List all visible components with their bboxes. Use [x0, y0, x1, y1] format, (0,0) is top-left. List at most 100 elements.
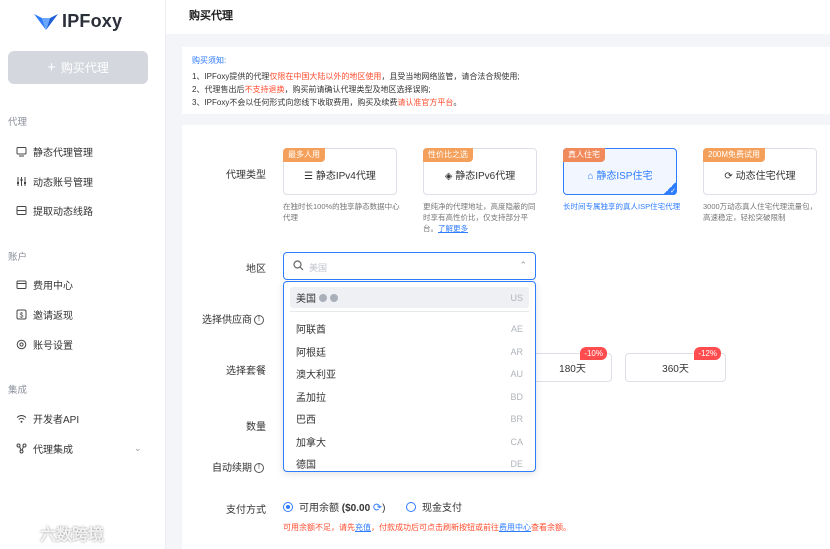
- notice-title: 购买须知:: [192, 56, 227, 65]
- region-option-name: 巴西: [296, 415, 316, 426]
- package-360-days[interactable]: 360天 -12%: [625, 347, 726, 382]
- region-option-code: US: [510, 292, 523, 303]
- proxy-type-tag: 真人住宅: [563, 148, 605, 162]
- payment-cash-label: 现金支付: [422, 503, 462, 514]
- payment-note-text: 查看余额。: [531, 523, 571, 532]
- network-icon: [16, 443, 27, 454]
- proxy-type-static-ipv4[interactable]: 最多人用 ☰ 静态IPv4代理: [283, 148, 397, 195]
- radio-dot: [283, 501, 293, 512]
- sidebar-item-label: 静态代理管理: [33, 148, 93, 159]
- top-bar: 购买代理: [166, 0, 830, 34]
- monitor-icon: [16, 146, 27, 157]
- notice-highlight: 请认准官方平台: [397, 98, 454, 107]
- sidebar-item-label: 账号设置: [33, 341, 73, 352]
- logo[interactable]: IPFoxy: [34, 11, 122, 32]
- sidebar-item-label: 动态账号管理: [33, 178, 93, 189]
- billing-center-link[interactable]: 费用中心: [499, 523, 531, 532]
- package-label-text: 180天: [559, 364, 586, 375]
- region-option-ca[interactable]: 加拿大 CA: [290, 431, 529, 452]
- proxy-type-name: 静态IPv6代理: [455, 171, 516, 182]
- balance-amount: ($0.00: [341, 503, 371, 514]
- region-dropdown: 美国 US 阿联酋 AE 阿根廷 AR 澳大利亚 AU 孟加拉 BD 巴西 BR 加拿大 C…: [283, 281, 536, 472]
- proxy-type-dynamic-residential[interactable]: 200M免费试用 ⟳ 动态住宅代理: [703, 148, 817, 195]
- region-option-code: CA: [510, 436, 523, 447]
- sidebar-item-billing[interactable]: 费用中心: [16, 277, 73, 292]
- region-option-ae[interactable]: 阿联酋 AE: [290, 318, 529, 339]
- chevron-down-icon[interactable]: ⌄: [134, 443, 142, 454]
- region-option-code: AR: [510, 346, 523, 357]
- sidebar-item-account-settings[interactable]: 账号设置: [16, 337, 73, 352]
- dollar-card-icon: $: [16, 309, 27, 320]
- notice-text: ，且受当地网络监管，请合法合规使用;: [381, 72, 520, 81]
- list-icon: [16, 205, 27, 216]
- proxy-type-static-isp[interactable]: 真人住宅 ⌂ 静态ISP住宅 ✓: [563, 148, 677, 195]
- svg-text:$: $: [20, 312, 24, 319]
- purchase-notice: 购买须知: 1、IPFoxy提供的代理仅限在中国大陆以外的地区使用，且受当地网络…: [182, 47, 830, 114]
- proxy-type-title: ⟳ 动态住宅代理: [704, 167, 816, 182]
- recharge-link[interactable]: 充值: [355, 523, 371, 532]
- region-option-au[interactable]: 澳大利亚 AU: [290, 363, 529, 384]
- sidebar: IPFoxy + 购买代理 代理 静态代理管理 动态账号管理 提取动态线路 账户…: [0, 0, 166, 549]
- region-option-bd[interactable]: 孟加拉 BD: [290, 386, 529, 407]
- sidebar-item-extract-lines[interactable]: 提取动态线路: [16, 203, 93, 218]
- server-icon: ☰: [304, 171, 314, 182]
- notice-text: 2、代理售出后: [192, 85, 245, 94]
- region-option-us[interactable]: 美国 US: [290, 287, 529, 308]
- proxy-type-desc: 更纯净的代理地址，高度隐蔽的同时享有高性价比，仅支持部分平台。了解更多: [423, 201, 541, 234]
- region-option-ar[interactable]: 阿根廷 AR: [290, 341, 529, 362]
- section-title-integration: 集成: [8, 385, 28, 396]
- proxy-type-static-ipv6[interactable]: 性价比之选 ◈ 静态IPv6代理: [423, 148, 537, 195]
- sliders-icon: [16, 176, 27, 187]
- region-select[interactable]: 美国 ⌃: [283, 252, 536, 280]
- sidebar-item-static-proxy[interactable]: 静态代理管理: [16, 144, 93, 159]
- refresh-icon[interactable]: ⟳: [373, 502, 382, 514]
- search-icon: [293, 260, 304, 274]
- proxy-type-tag: 性价比之选: [423, 148, 473, 162]
- notice-line-3: 3、IPFoxy不会以任何形式向您线下收取费用，购买及续费请认准官方平台。: [192, 97, 461, 108]
- sidebar-item-label: 邀请返现: [33, 311, 73, 322]
- radio-dot: [406, 501, 416, 512]
- settings-icon: [16, 339, 27, 350]
- buy-proxy-button[interactable]: + 购买代理: [8, 51, 148, 84]
- proxy-type-desc: 3000万动态真人住宅代理流量包，高速稳定，轻松突破限制: [703, 202, 818, 222]
- region-option-de[interactable]: 德国 DE: [290, 453, 529, 474]
- discount-badge: -12%: [694, 347, 721, 360]
- payment-balance-close: ): [382, 503, 386, 514]
- notice-highlight: 不支持退换: [244, 85, 285, 94]
- region-option-name: 美国: [296, 294, 316, 305]
- watermark: 六数跨境: [10, 521, 104, 545]
- notice-text: 。: [453, 98, 462, 107]
- sidebar-item-developer-api[interactable]: 开发者API: [16, 411, 79, 426]
- help-icon[interactable]: !: [254, 463, 264, 474]
- proxy-type-desc: 长时间专属独享的真人ISP住宅代理: [563, 202, 681, 211]
- chevron-up-icon[interactable]: ⌃: [519, 260, 527, 271]
- plus-icon: +: [47, 59, 56, 76]
- region-option-code: AE: [510, 323, 523, 334]
- sidebar-item-label: 提取动态线路: [33, 207, 93, 218]
- proxy-type-tag: 最多人用: [283, 148, 325, 162]
- region-placeholder: 美国: [309, 263, 328, 273]
- sidebar-item-invite[interactable]: $ 邀请返现: [16, 307, 73, 322]
- region-option-code: BD: [510, 391, 523, 402]
- region-option-br[interactable]: 巴西 BR: [290, 408, 529, 429]
- app-name: IPFoxy: [62, 11, 123, 31]
- discount-badge: -10%: [580, 347, 607, 360]
- auto-renew-label-text: 自动续期: [212, 463, 252, 474]
- layers-icon: ◈: [444, 171, 453, 182]
- supplier-label: 选择供应商!: [202, 311, 264, 326]
- region-label: 地区: [246, 264, 266, 275]
- payment-cash-radio[interactable]: 现金支付: [406, 499, 462, 514]
- learn-more-link[interactable]: 了解更多: [438, 224, 468, 233]
- region-option-code: DE: [510, 458, 523, 469]
- payment-balance-radio[interactable]: 可用余额 ($0.00 ⟳): [283, 499, 385, 514]
- fire-icon: [330, 293, 338, 302]
- notice-text: 1、IPFoxy提供的代理: [192, 72, 270, 81]
- sidebar-item-dynamic-account[interactable]: 动态账号管理: [16, 174, 93, 189]
- region-option-code: AU: [510, 368, 523, 379]
- region-option-name: 德国: [296, 460, 316, 471]
- notice-text: ，购买前请确认代理类型及地区选择误购;: [284, 85, 431, 94]
- help-icon[interactable]: !: [254, 315, 264, 326]
- wifi-icon: [16, 413, 27, 424]
- sidebar-item-proxy-integration[interactable]: 代理集成 ⌄: [16, 441, 156, 456]
- notice-line-1: 1、IPFoxy提供的代理仅限在中国大陆以外的地区使用，且受当地网络监管，请合法…: [192, 71, 520, 82]
